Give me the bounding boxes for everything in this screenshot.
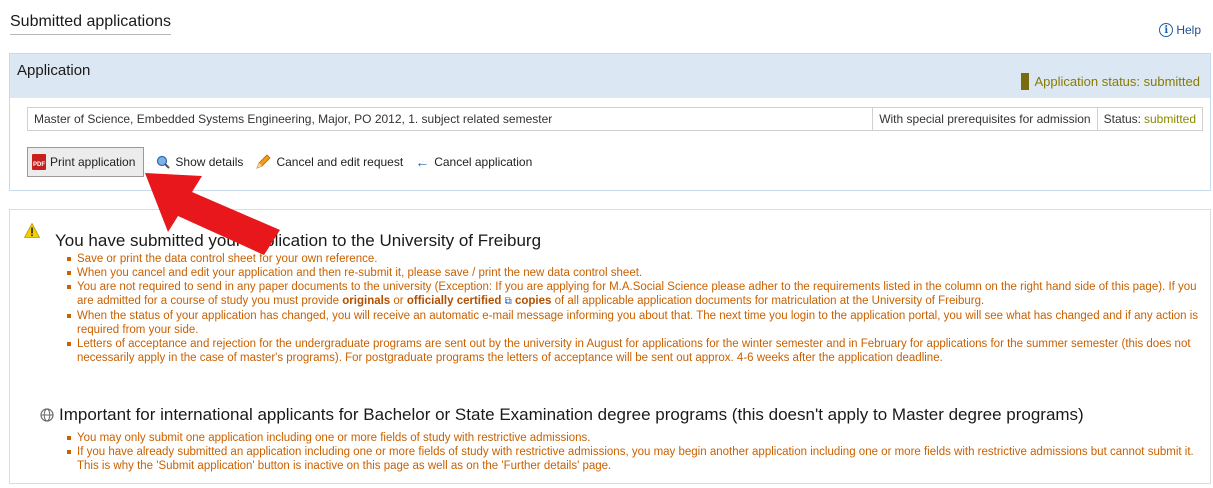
- help-icon: i: [1159, 23, 1174, 37]
- officially-certified-link[interactable]: officially certified: [407, 295, 502, 307]
- cancel-application-label: Cancel application: [434, 155, 533, 169]
- international-heading-text: Important for international applicants f…: [59, 405, 1084, 424]
- status-cell: Status: submitted: [1098, 108, 1202, 130]
- cancel-edit-label: Cancel and edit request: [276, 155, 404, 169]
- list-item: Letters of acceptance and rejection for …: [67, 337, 1213, 365]
- cancel-application-link[interactable]: ← Cancel application: [415, 154, 532, 170]
- print-application-label: Print application: [50, 155, 136, 169]
- status-prefix: Status:: [1103, 112, 1141, 126]
- application-status-label: Application status: submitted: [1034, 74, 1200, 89]
- warning-icon: [24, 223, 40, 238]
- info-list: Save or print the data control sheet for…: [67, 252, 1213, 365]
- list-item: When the status of your application has …: [67, 309, 1213, 337]
- prerequisites-cell: With special prerequisites for admission: [873, 108, 1098, 130]
- help-link[interactable]: i Help: [1159, 23, 1201, 37]
- list-item: You are not required to send in any pape…: [67, 280, 1213, 309]
- status-value: submitted: [1143, 112, 1196, 126]
- external-link-icon: ⧉: [504, 296, 512, 307]
- show-details-link[interactable]: Show details: [156, 155, 243, 169]
- application-status: Application status: submitted: [1020, 73, 1200, 90]
- info-heading: You have submitted your application to t…: [55, 231, 542, 250]
- page: Submitted applications i Help Applicatio…: [0, 0, 1213, 488]
- globe-icon: [40, 408, 54, 422]
- magnifier-icon: [157, 155, 171, 169]
- list-item-text: of all applicable application documents …: [551, 295, 985, 307]
- pdf-icon: PDF: [32, 154, 46, 170]
- international-heading: Important for international applicants f…: [40, 405, 1084, 425]
- print-application-button[interactable]: PDF Print application: [27, 147, 145, 177]
- application-panel-title: Application: [17, 62, 91, 79]
- application-panel-header: Application Application status: submitte…: [10, 54, 1210, 98]
- show-details-label: Show details: [175, 155, 244, 169]
- list-item: You may only submit one application incl…: [67, 431, 1213, 445]
- annotation-arrow: [145, 173, 280, 255]
- title-row: Submitted applications i Help: [8, 8, 1211, 40]
- copies-text: copies: [511, 295, 552, 307]
- list-item: When you cancel and edit your applicatio…: [67, 266, 1213, 280]
- program-cell: Master of Science, Embedded Systems Engi…: [28, 108, 874, 130]
- page-title: Submitted applications: [10, 13, 171, 35]
- international-list: You may only submit one application incl…: [67, 431, 1213, 473]
- list-item: If you have already submitted an applica…: [67, 445, 1213, 473]
- or-text: or: [390, 295, 407, 307]
- help-label: Help: [1176, 23, 1201, 37]
- arrow-left-icon: ←: [415, 154, 430, 170]
- application-row: Master of Science, Embedded Systems Engi…: [27, 107, 1203, 131]
- status-bar-icon: [1020, 73, 1029, 90]
- originals-text: originals: [342, 295, 391, 307]
